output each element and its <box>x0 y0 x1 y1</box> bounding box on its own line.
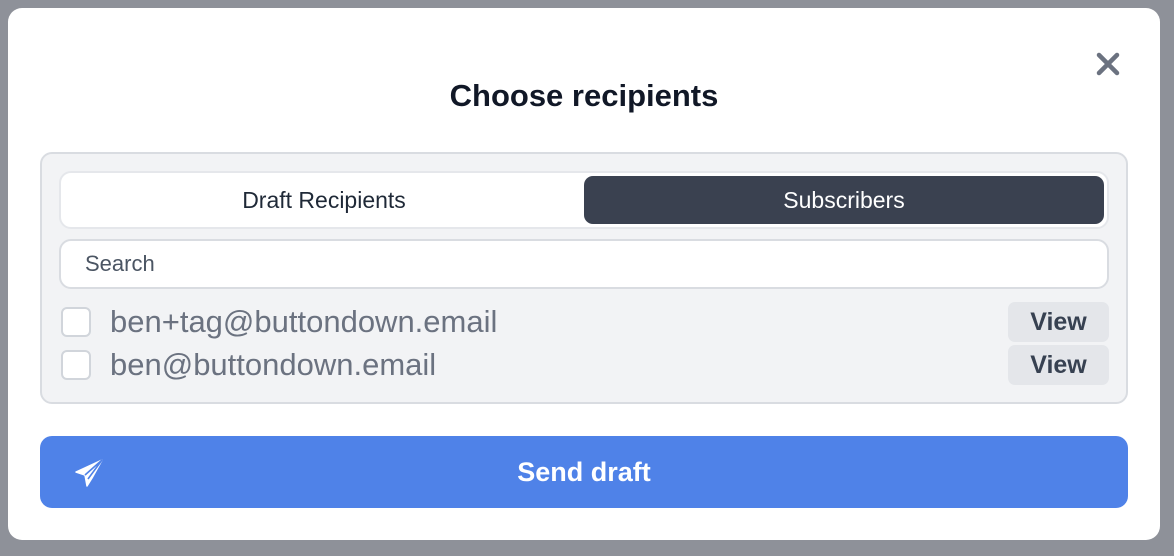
tab-subscribers[interactable]: Subscribers <box>584 176 1104 224</box>
choose-recipients-modal: Choose recipients Draft Recipients Subsc… <box>8 8 1160 540</box>
recipient-checkbox[interactable] <box>61 306 91 337</box>
list-item: ben@buttondown.email View <box>61 343 1109 386</box>
search-input[interactable] <box>59 239 1109 289</box>
recipient-tabs: Draft Recipients Subscribers <box>59 171 1109 229</box>
list-item: ben+tag@buttondown.email View <box>61 300 1109 343</box>
close-button[interactable] <box>1094 50 1122 78</box>
paper-plane-icon <box>75 459 103 487</box>
recipient-email: ben+tag@buttondown.email <box>110 303 498 339</box>
view-button[interactable]: View <box>1008 302 1109 342</box>
send-draft-label: Send draft <box>517 456 651 487</box>
view-button[interactable]: View <box>1008 345 1109 385</box>
tab-draft-recipients[interactable]: Draft Recipients <box>64 176 584 224</box>
recipients-panel: Draft Recipients Subscribers ben+tag@but… <box>40 152 1128 404</box>
recipient-email: ben@buttondown.email <box>110 346 437 382</box>
send-draft-button[interactable]: Send draft <box>40 436 1128 508</box>
modal-title: Choose recipients <box>449 78 719 113</box>
recipient-list: ben+tag@buttondown.email View ben@button… <box>61 300 1109 386</box>
close-icon <box>1096 52 1120 76</box>
recipient-checkbox[interactable] <box>61 349 91 380</box>
